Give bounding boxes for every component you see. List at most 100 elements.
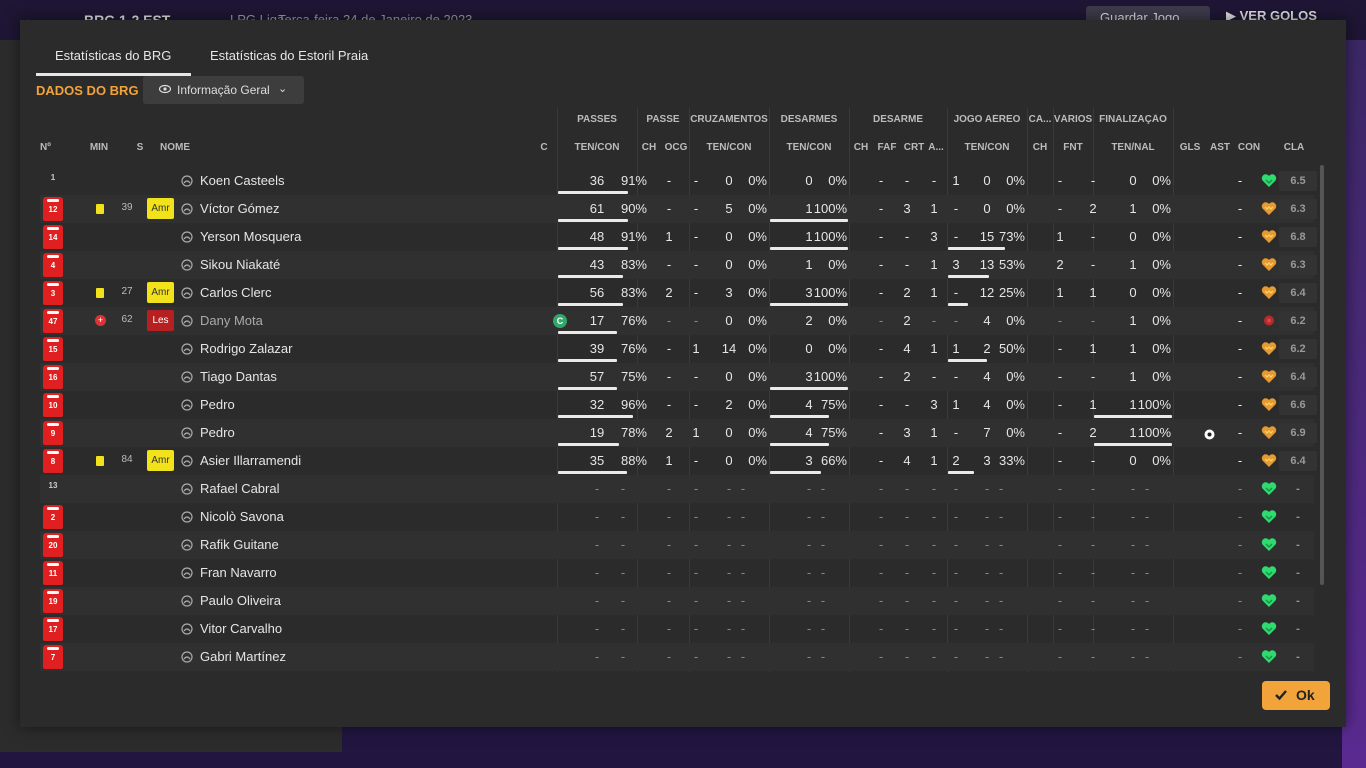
player-name[interactable]: Rafik Guitane [200,537,279,552]
column-header[interactable]: TEN/CON [769,142,849,156]
table-row[interactable]: 11 Fran Navarro - - - - - - - - - - - - - - - - - - - - [40,559,1314,587]
player-name[interactable]: Yerson Mosquera [200,229,301,244]
tackle-crt: - [931,481,937,496]
column-header[interactable]: Nº [40,142,54,156]
player-name[interactable]: Pedro [200,425,235,440]
player-name[interactable]: Rodrigo Zalazar [200,341,293,356]
player-name[interactable]: Koen Casteels [200,173,285,188]
player-name[interactable]: Paulo Oliveira [200,593,281,608]
player-name[interactable]: Fran Navarro [200,565,277,580]
passes-value: 56 [589,285,605,300]
tackle-crt: 1 [930,425,938,440]
column-header[interactable]: MIN [84,142,114,156]
table-row[interactable]: 1 Koen Casteels 36 91% - -0 0% 0 0% - - -1 0 0% - -0 0% -… [40,167,1317,195]
minutes-played: 27 [121,286,133,297]
crosses-value: - [740,621,746,636]
column-header[interactable]: FAF [876,142,898,156]
table-row[interactable]: 17 Vitor Carvalho - - - - - - - - - - - - - - - - - - - - [40,615,1314,643]
pass-ocg: - [693,313,699,328]
player-name[interactable]: Sikou Niakaté [200,257,280,272]
column-header[interactable]: TEN/CON [947,142,1027,156]
player-name[interactable]: Asier Illarramendi [200,453,301,468]
player-name[interactable]: Pedro [200,397,235,412]
shirt-icon: 14 [43,225,63,249]
tackle-a: 1 [952,397,960,412]
tackle-ch: - [878,201,884,216]
passes-value: - [620,481,626,496]
column-header[interactable]: TEN/NAL [1093,142,1173,156]
player-icon [181,202,193,215]
table-scrollbar[interactable] [1320,165,1324,585]
player-name[interactable]: Rafael Cabral [200,481,280,496]
player-name[interactable]: Dany Mota [200,313,263,328]
table-row[interactable]: 12 39 Amr Víctor Gómez 61 90% - -5 0% 1 100% -3 1-0 0… [40,195,1317,223]
table-row[interactable]: 2 Nicolò Savona - - - - - - - - - - - - - - - - - - - - [40,503,1314,531]
column-header[interactable]: NOME [160,142,220,156]
ca-value: - [1057,593,1063,608]
tackle-faf: - [904,173,910,188]
table-row[interactable]: 10 Pedro 32 96% - -2 0% 4 75% - -3 1 4 0% -1 1 100% -6.6 [40,391,1317,419]
player-name[interactable]: Víctor Gómez [200,201,279,216]
column-header[interactable]: C [536,142,552,156]
pass-ocg: - [693,621,699,636]
column-header[interactable]: CON [1234,142,1264,156]
table-row[interactable]: 8 84 Amr Asier Illarramendi 35 88% 1-0 0% 3 66% -4… [40,447,1317,475]
condition-heart-icon [1261,397,1277,412]
condition-heart-icon [1261,593,1277,608]
tackles-value: 0% [828,341,847,356]
column-header[interactable]: TEN/CON [689,142,769,156]
table-row[interactable]: 9 Pedro 19 78% 2 1 0 0% 4 75% -3 1-7 0% -2 1 100% -6.9 [40,419,1317,447]
condition-heart-icon [1261,341,1277,356]
table-row[interactable]: 15 Rodrigo Zalazar 39 76% -1 14 0% 0 0% -4 1 1 2 50% -… [40,335,1317,363]
column-header[interactable]: CRT [903,142,925,156]
group-header: CRUZAMENTOS [690,114,768,125]
ca-value: - [1057,453,1063,468]
column-header[interactable]: CH [1029,142,1051,156]
player-icon [181,230,193,243]
ok-label: Ok [1296,687,1315,703]
success-bar [558,387,617,390]
column-header[interactable]: GLS [1178,142,1202,156]
column-header[interactable]: AST [1207,142,1233,156]
player-name[interactable]: Gabri Martínez [200,649,286,664]
success-bar [558,275,623,278]
table-row[interactable]: 3 27 Amr Carlos Clerc 56 83% 2-3 0% 3 100% -2 1-12 2… [40,279,1317,307]
column-header[interactable]: A... [928,142,944,156]
column-header[interactable]: CH [853,142,869,156]
table-row[interactable]: 20 Rafik Guitane - - - - - - - - - - - - - - - - - - - - [40,531,1314,559]
table-row[interactable]: 16 Tiago Dantas 57 75% - -0 0% 3 100% -2- -4 0% - -1 0… [40,363,1317,391]
passes-value: 96% [620,397,647,412]
column-header[interactable]: OCG [663,142,689,156]
view-dropdown[interactable]: Informação Geral ⌄ [143,76,304,104]
passes-value: 75% [620,369,647,384]
column-header[interactable]: TEN/CON [557,142,637,156]
yellow-card-icon [96,288,104,298]
crosses-value: - [740,593,746,608]
tackle-faf: 2 [903,369,911,384]
player-rating: 6.6 [1279,395,1317,415]
assists-value: - [1237,397,1243,412]
player-name[interactable]: Nicolò Savona [200,509,284,524]
table-row[interactable]: 13 Rafael Cabral - - - - - - - - - - - - - - - - - - - - [40,475,1314,503]
pass-ch: - [666,201,672,216]
player-name[interactable]: Vitor Carvalho [200,621,282,636]
shirt-icon: 2 [43,505,63,529]
fnt-value: - [1090,369,1096,384]
passes-value: 39 [589,341,605,356]
column-header[interactable]: CLA [1277,142,1311,156]
table-row[interactable]: 19 Paulo Oliveira - - - - - - - - - - - - - - - - - - - - [40,587,1314,615]
table-row[interactable]: 47 +62 Les Dany Mota C 17 76% - -0 0% 2 0% -2- -4 0% - -… [40,307,1317,335]
tab-brg-stats[interactable]: Estatísticas do BRG [36,44,191,76]
ok-button[interactable]: Ok [1262,681,1330,710]
table-row[interactable]: 14 Yerson Mosquera 48 91% 1-0 0% 1 100% - -3-15 73… [40,223,1317,251]
player-rating: 6.4 [1279,367,1317,387]
aerial-value: 0% [1006,425,1025,440]
column-header[interactable]: FNT [1059,142,1087,156]
tab-estoril-stats[interactable]: Estatísticas do Estoril Praia [191,44,401,76]
column-header[interactable]: CH [641,142,657,156]
player-name[interactable]: Tiago Dantas [200,369,277,384]
column-header[interactable]: S [130,142,150,156]
player-name[interactable]: Carlos Clerc [200,285,272,300]
table-row[interactable]: 7 Gabri Martínez - - - - - - - - - - - - - - - - - - - - [40,643,1314,671]
table-row[interactable]: 4 Sikou Niakaté 43 83% - -0 0% 1 0% - -1 3 13 53% 2-1 0… [40,251,1317,279]
